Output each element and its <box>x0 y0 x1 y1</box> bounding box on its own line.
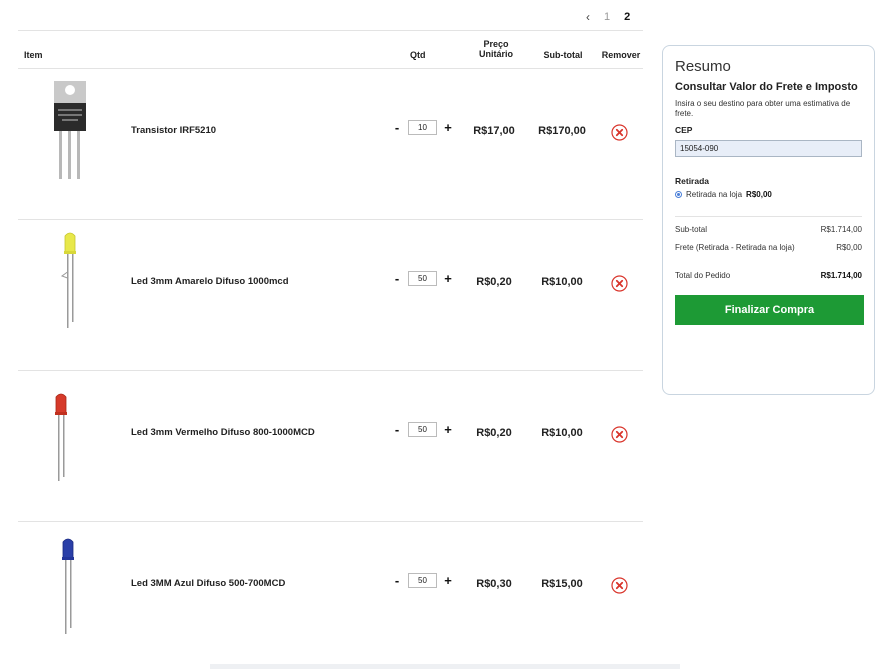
pickup-option-label: Retirada na loja <box>686 190 743 199</box>
checkout-button[interactable]: Finalizar Compra <box>675 295 864 325</box>
unit-price: R$0,30 <box>476 578 512 590</box>
cart-table: Item Qtd Preço Unitário Sub-total Remove… <box>18 30 643 672</box>
unit-price: R$0,20 <box>476 276 512 288</box>
totals-block: Sub-total R$1.714,00 Frete (Retirada - R… <box>675 216 862 281</box>
subtotal-value: R$1.714,00 <box>820 225 862 234</box>
summary-title: Resumo <box>675 58 731 75</box>
transistor-image <box>54 81 86 179</box>
freight-value: R$0,00 <box>836 243 862 252</box>
pickup-option[interactable]: Retirada na loja R$0,00 <box>675 190 862 199</box>
cep-input[interactable] <box>675 140 862 157</box>
decrease-qty-button[interactable]: - <box>392 121 402 134</box>
chevron-left-icon[interactable]: ‹ <box>586 10 590 24</box>
header-subtotal: Sub-total <box>543 50 583 60</box>
remove-x-icon[interactable] <box>611 275 628 292</box>
quantity-input[interactable] <box>408 573 437 588</box>
cart-row: Led 3MM Azul Difuso 500-700MCD - + R$0,3… <box>18 522 643 672</box>
cep-label: CEP <box>675 125 693 135</box>
decrease-qty-button[interactable]: - <box>392 423 402 436</box>
quantity-stepper: - + <box>392 120 453 135</box>
decrease-qty-button[interactable]: - <box>392 272 402 285</box>
quantity-input[interactable] <box>408 271 437 286</box>
cart-row: Led 3mm Amarelo Difuso 1000mcd - + R$0,2… <box>18 220 643 371</box>
quantity-stepper: - + <box>392 573 453 588</box>
row-subtotal: R$170,00 <box>538 125 586 137</box>
page-1-link[interactable]: 1 <box>604 11 610 23</box>
decrease-qty-button[interactable]: - <box>392 574 402 587</box>
subtotal-row: Sub-total R$1.714,00 <box>675 217 862 235</box>
pagination: ‹ 1 2 <box>586 10 630 24</box>
increase-qty-button[interactable]: + <box>443 121 453 134</box>
row-subtotal: R$10,00 <box>541 276 583 288</box>
product-name[interactable]: Led 3mm Vermelho Difuso 800-1000MCD <box>131 427 315 438</box>
increase-qty-button[interactable]: + <box>443 272 453 285</box>
led-blue-image <box>62 538 74 634</box>
order-total-row: Total do Pedido R$1.714,00 <box>675 253 862 281</box>
shipping-description: Insira o seu destino para obter uma esti… <box>675 99 851 118</box>
increase-qty-button[interactable]: + <box>443 423 453 436</box>
cart-row: Transistor IRF5210 - + R$17,00 R$170,00 <box>18 69 643 220</box>
horizontal-scrollbar[interactable] <box>210 664 680 669</box>
unit-price: R$17,00 <box>473 125 515 137</box>
unit-price: R$0,20 <box>476 427 512 439</box>
row-subtotal: R$15,00 <box>541 578 583 590</box>
shipping-title: Consultar Valor do Frete e Imposto <box>675 81 858 93</box>
product-name[interactable]: Led 3mm Amarelo Difuso 1000mcd <box>131 276 289 287</box>
quantity-input[interactable] <box>408 422 437 437</box>
subtotal-label: Sub-total <box>675 225 708 234</box>
led-red-image <box>55 393 67 481</box>
header-preco-unitario: Preço Unitário <box>478 39 513 59</box>
quantity-stepper: - + <box>392 271 453 286</box>
header-remover: Remover <box>601 50 641 60</box>
quantity-input[interactable] <box>408 120 437 135</box>
page-2-link[interactable]: 2 <box>624 11 630 23</box>
increase-qty-button[interactable]: + <box>443 574 453 587</box>
cart-row: Led 3mm Vermelho Difuso 800-1000MCD - + … <box>18 371 643 522</box>
pickup-option-price: R$0,00 <box>746 190 772 199</box>
header-qtd: Qtd <box>410 50 426 60</box>
quantity-stepper: - + <box>392 422 453 437</box>
remove-x-icon[interactable] <box>611 577 628 594</box>
order-total-label: Total do Pedido <box>675 271 731 280</box>
pickup-title: Retirada <box>675 176 710 186</box>
cart-table-header: Item Qtd Preço Unitário Sub-total Remove… <box>18 30 643 69</box>
remove-x-icon[interactable] <box>611 426 628 443</box>
remove-x-icon[interactable] <box>611 124 628 141</box>
freight-label: Frete (Retirada - Retirada na loja) <box>675 243 795 252</box>
order-total-value: R$1.714,00 <box>820 271 862 280</box>
freight-row: Frete (Retirada - Retirada na loja) R$0,… <box>675 235 862 253</box>
led-yellow-image <box>60 232 76 328</box>
product-name[interactable]: Led 3MM Azul Difuso 500-700MCD <box>131 578 285 589</box>
product-name[interactable]: Transistor IRF5210 <box>131 125 216 136</box>
row-subtotal: R$10,00 <box>541 427 583 439</box>
order-summary-panel: Resumo Consultar Valor do Frete e Impost… <box>662 45 875 395</box>
radio-selected-icon[interactable] <box>675 191 682 198</box>
header-item: Item <box>24 50 43 60</box>
